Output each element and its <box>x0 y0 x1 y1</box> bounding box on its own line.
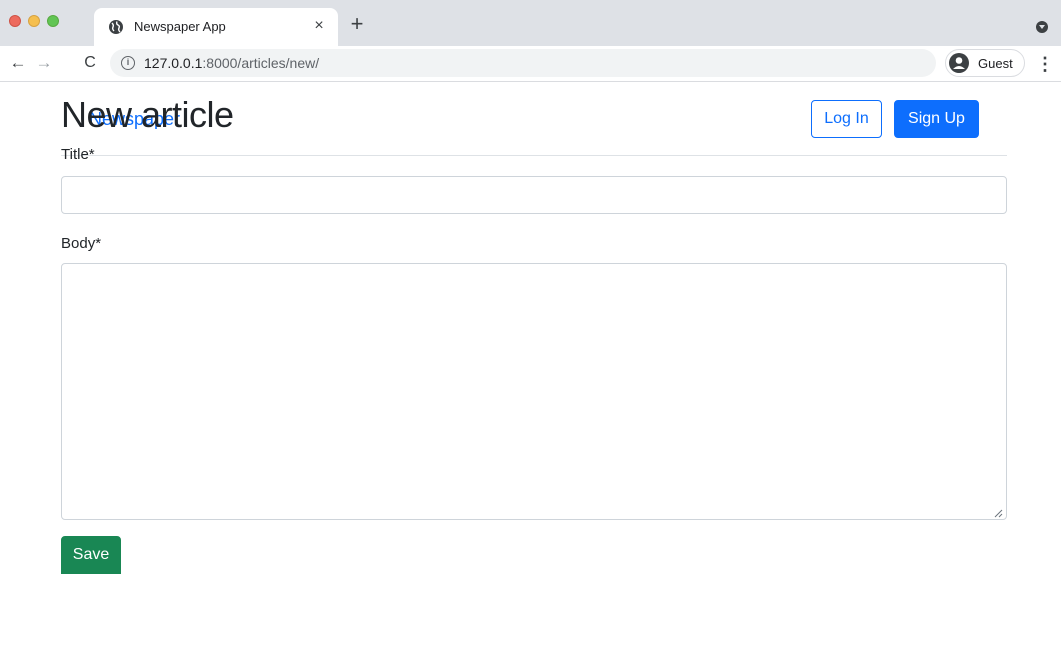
person-icon <box>949 53 969 73</box>
reload-button[interactable]: C <box>78 51 102 75</box>
site-info-icon[interactable]: i <box>121 56 135 70</box>
url-host: 127.0.0.1 <box>144 55 203 71</box>
tab-title: Newspaper App <box>134 19 226 34</box>
url-path: :8000/articles/new/ <box>202 55 320 71</box>
maximize-window-button[interactable] <box>47 15 59 27</box>
page-title: New article <box>61 94 234 135</box>
close-window-button[interactable] <box>9 15 21 27</box>
login-button[interactable]: Log In <box>811 100 882 138</box>
address-bar[interactable]: i 127.0.0.1:8000/articles/new/ <box>110 49 936 77</box>
globe-icon <box>109 20 123 34</box>
browser-menu-icon[interactable]: ⋮ <box>1036 53 1054 75</box>
title-label: Title* <box>61 146 95 163</box>
profile-label: Guest <box>978 56 1013 71</box>
body-textarea[interactable] <box>61 263 1007 520</box>
address-url[interactable]: 127.0.0.1:8000/articles/new/ <box>144 55 319 71</box>
body-label: Body* <box>61 235 102 252</box>
back-button[interactable]: ← <box>6 51 30 75</box>
save-button[interactable]: Save <box>61 536 121 574</box>
tab-search-icon[interactable] <box>1036 21 1048 33</box>
minimize-window-button[interactable] <box>28 15 40 27</box>
title-input[interactable] <box>61 176 1007 214</box>
new-tab-button[interactable]: + <box>346 13 368 35</box>
browser-tabstrip: Newspaper App × + <box>0 0 1061 46</box>
browser-toolbar: ← → C i 127.0.0.1:8000/articles/new/ Gue… <box>0 46 1061 82</box>
profile-button[interactable]: Guest <box>945 49 1025 77</box>
forward-button[interactable]: → <box>32 51 56 75</box>
signup-button[interactable]: Sign Up <box>894 100 979 138</box>
resize-handle-icon[interactable] <box>994 509 1003 518</box>
browser-tab-active[interactable]: Newspaper App × <box>94 8 338 46</box>
tab-close-icon[interactable]: × <box>310 17 328 35</box>
